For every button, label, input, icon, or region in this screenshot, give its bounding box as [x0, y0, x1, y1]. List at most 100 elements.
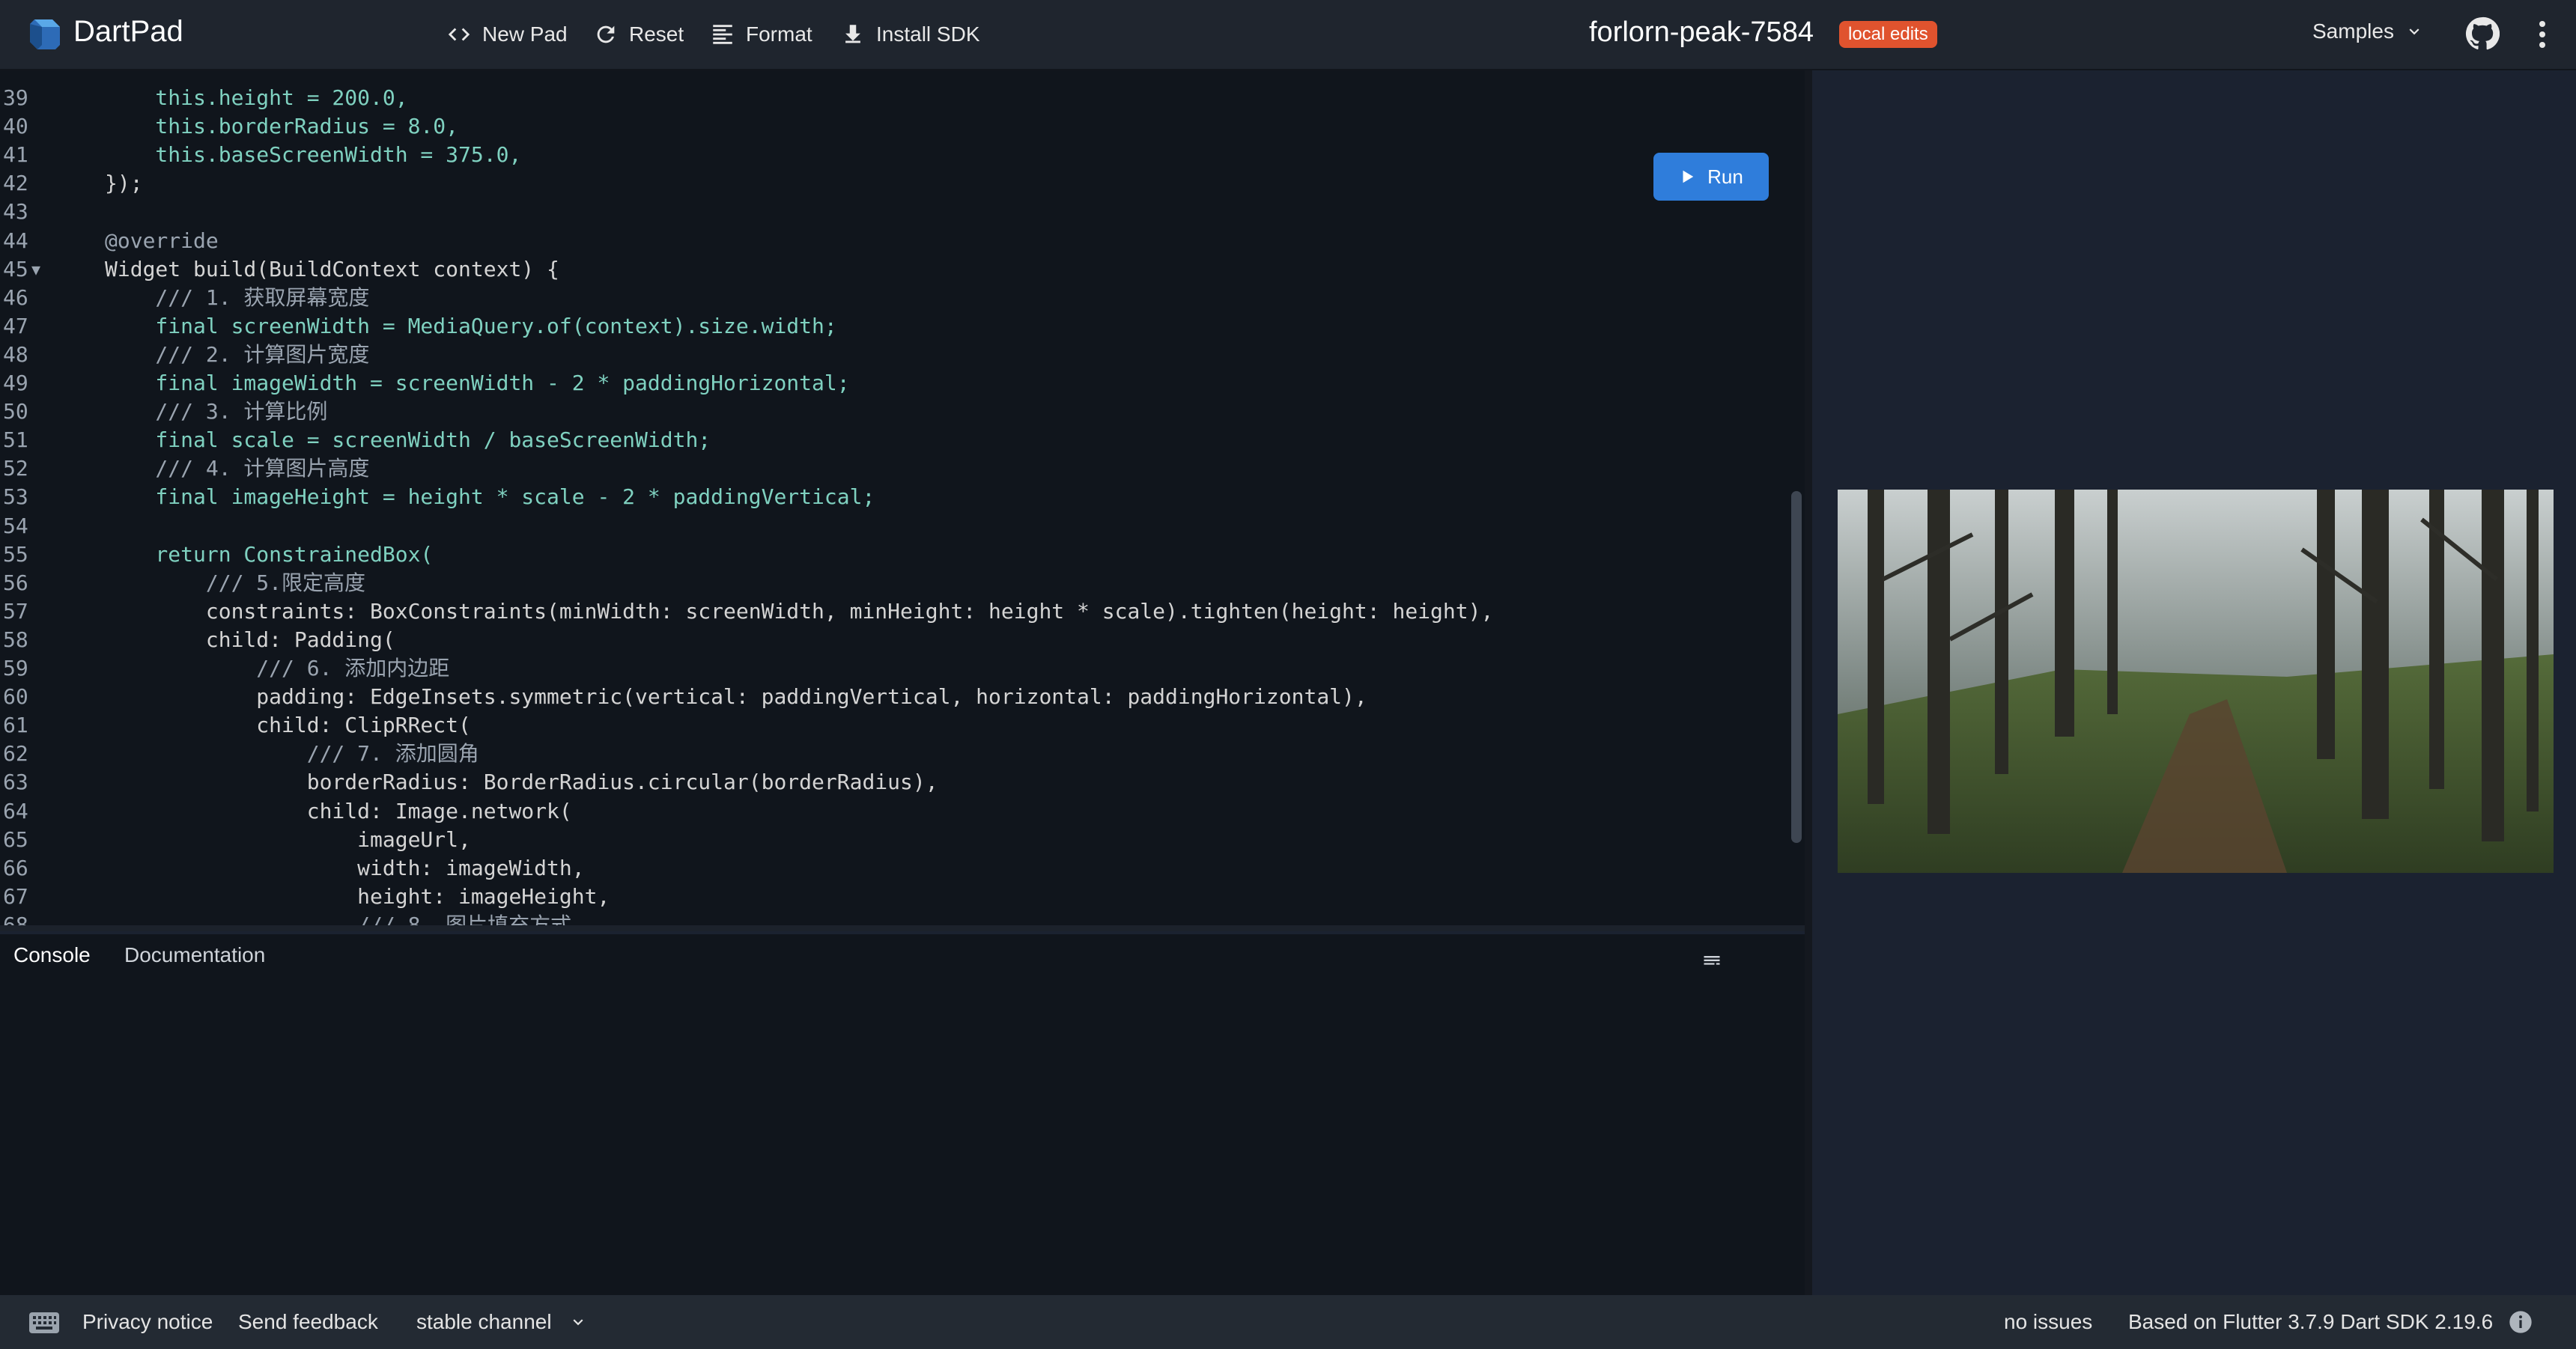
issues-status[interactable]: no issues	[2004, 1310, 2092, 1334]
code-text: /// 5.限定高度	[105, 570, 366, 595]
code-line[interactable]: 67 height: imageHeight,	[0, 883, 1782, 911]
code-line[interactable]: 45 ▼ Widget build(BuildContext context) {	[0, 255, 1782, 284]
app-title: DartPad	[73, 15, 183, 48]
pad-name[interactable]: forlorn-peak-7584	[1589, 16, 1814, 49]
reset-button[interactable]: Reset	[593, 16, 684, 52]
code-text: @override	[105, 228, 219, 253]
code-text: imageUrl,	[105, 826, 471, 852]
tab-documentation[interactable]: Documentation	[124, 943, 265, 967]
refresh-icon	[597, 25, 615, 43]
code-text: final imageWidth = screenWidth - 2 * pad…	[105, 371, 850, 395]
code-text: child: ClipRRect(	[105, 713, 471, 738]
new-pad-label: New Pad	[482, 22, 568, 46]
code-line[interactable]: 43	[0, 198, 1782, 226]
line-number: 60	[3, 684, 28, 710]
samples-label: Samples	[2312, 19, 2394, 43]
code-line[interactable]: 52 /// 4. 计算图片高度	[0, 454, 1782, 483]
code-line[interactable]: 54	[0, 512, 1782, 540]
code-text: /// 4. 计算图片高度	[105, 456, 370, 481]
code-text: this.borderRadius = 8.0,	[105, 114, 459, 139]
send-feedback-link[interactable]: Send feedback	[238, 1310, 378, 1334]
code-text: /// 1. 获取屏幕宽度	[105, 284, 370, 310]
line-number: 50	[3, 399, 28, 424]
line-number: 51	[3, 427, 28, 453]
line-number: 56	[3, 570, 28, 595]
code-line[interactable]: 61 child: ClipRRect(	[0, 711, 1782, 740]
new-pad-button[interactable]: New Pad	[446, 16, 568, 52]
code-line[interactable]: 48 /// 2. 计算图片宽度	[0, 341, 1782, 369]
code-line[interactable]: 68 /// 8. 图片填充方式	[0, 911, 1782, 927]
code-line[interactable]: 44 @override	[0, 227, 1782, 255]
code-line[interactable]: 56 /// 5.限定高度	[0, 569, 1782, 597]
code-text: /// 3. 计算比例	[105, 399, 328, 424]
line-number: 48	[3, 341, 28, 367]
code-line[interactable]: 42});	[0, 169, 1782, 198]
line-number: 45	[3, 256, 28, 281]
console-panel: Console Documentation	[0, 934, 1805, 1295]
clear-console-icon[interactable]	[1701, 951, 1722, 972]
line-number: 61	[3, 713, 28, 738]
vertical-splitter[interactable]	[1805, 70, 1812, 1295]
code-text: child: Image.network(	[105, 798, 572, 823]
info-icon[interactable]	[2509, 1310, 2533, 1334]
dart-logo-icon	[30, 19, 60, 49]
code-text: child: Padding(	[105, 627, 395, 652]
code-icon	[448, 28, 470, 41]
code-text: final screenWidth = MediaQuery.of(contex…	[105, 313, 837, 338]
code-line[interactable]: 66 width: imageWidth,	[0, 854, 1782, 883]
code-text: padding: EdgeInsets.symmetric(vertical: …	[105, 684, 1367, 710]
format-align-icon	[713, 25, 732, 44]
run-button[interactable]: Run	[1653, 153, 1769, 201]
line-number: 68	[3, 912, 28, 927]
code-editor[interactable]: 39 this.height = 200.0, 40 this.borderRad…	[0, 70, 1805, 927]
line-number: 40	[3, 114, 28, 139]
github-icon[interactable]	[2465, 16, 2500, 51]
code-line[interactable]: 50 /// 3. 计算比例	[0, 398, 1782, 426]
line-number: 67	[3, 883, 28, 909]
code-line[interactable]: 51 final scale = screenWidth / baseScree…	[0, 426, 1782, 454]
install-sdk-button[interactable]: Install SDK	[840, 16, 980, 52]
code-line[interactable]: 58 child: Padding(	[0, 626, 1782, 654]
code-line[interactable]: 60 padding: EdgeInsets.symmetric(vertica…	[0, 683, 1782, 711]
code-line[interactable]: 59 /// 6. 添加内边距	[0, 654, 1782, 683]
more-vert-icon[interactable]	[2531, 18, 2554, 51]
line-number: 41	[3, 142, 28, 168]
code-line[interactable]: 57 constraints: BoxConstraints(minWidth:…	[0, 597, 1782, 626]
code-line[interactable]: 64 child: Image.network(	[0, 797, 1782, 826]
privacy-notice-link[interactable]: Privacy notice	[82, 1310, 213, 1334]
code-line[interactable]: 49 final imageWidth = screenWidth - 2 * …	[0, 369, 1782, 398]
line-number: 49	[3, 371, 28, 395]
channel-dropdown[interactable]: stable channel	[416, 1310, 588, 1334]
status-bar: Privacy notice Send feedback stable chan…	[0, 1295, 2576, 1349]
tab-console[interactable]: Console	[13, 943, 91, 967]
code-text: width: imageWidth,	[105, 855, 585, 880]
top-app-bar: DartPad New Pad Reset Format Install SDK…	[0, 0, 2576, 70]
code-text: this.height = 200.0,	[105, 85, 408, 110]
line-number: 44	[3, 228, 28, 253]
code-text: final imageHeight = height * scale - 2 *…	[105, 484, 875, 510]
fold-arrow-icon[interactable]: ▼	[31, 255, 40, 284]
code-line[interactable]: 46 /// 1. 获取屏幕宽度	[0, 284, 1782, 312]
code-line[interactable]: 40 this.borderRadius = 8.0,	[0, 112, 1782, 141]
local-edits-badge: local edits	[1839, 21, 1937, 48]
line-number: 55	[3, 541, 28, 567]
code-line[interactable]: 47 final screenWidth = MediaQuery.of(con…	[0, 312, 1782, 341]
code-line[interactable]: 55 return ConstrainedBox(	[0, 540, 1782, 569]
code-line[interactable]: 65 imageUrl,	[0, 826, 1782, 854]
code-text: borderRadius: BorderRadius.circular(bord…	[105, 770, 938, 795]
code-line[interactable]: 53 final imageHeight = height * scale - …	[0, 483, 1782, 511]
line-number: 39	[3, 85, 28, 110]
editor-console-splitter[interactable]	[0, 925, 1805, 931]
keyboard-icon[interactable]	[28, 1312, 60, 1334]
format-button[interactable]: Format	[710, 16, 812, 52]
code-line[interactable]: 62 /// 7. 添加圆角	[0, 740, 1782, 768]
code-line[interactable]: 63 borderRadius: BorderRadius.circular(b…	[0, 768, 1782, 797]
samples-dropdown[interactable]: Samples	[2312, 19, 2424, 43]
code-line[interactable]: 39 this.height = 200.0,	[0, 84, 1782, 112]
code-text: });	[105, 171, 143, 196]
code-line[interactable]: 41 this.baseScreenWidth = 375.0,	[0, 141, 1782, 169]
code-text: return ConstrainedBox(	[105, 541, 434, 567]
editor-scrollbar[interactable]	[1791, 491, 1802, 843]
code-text: height: imageHeight,	[105, 883, 610, 909]
line-number: 47	[3, 313, 28, 338]
